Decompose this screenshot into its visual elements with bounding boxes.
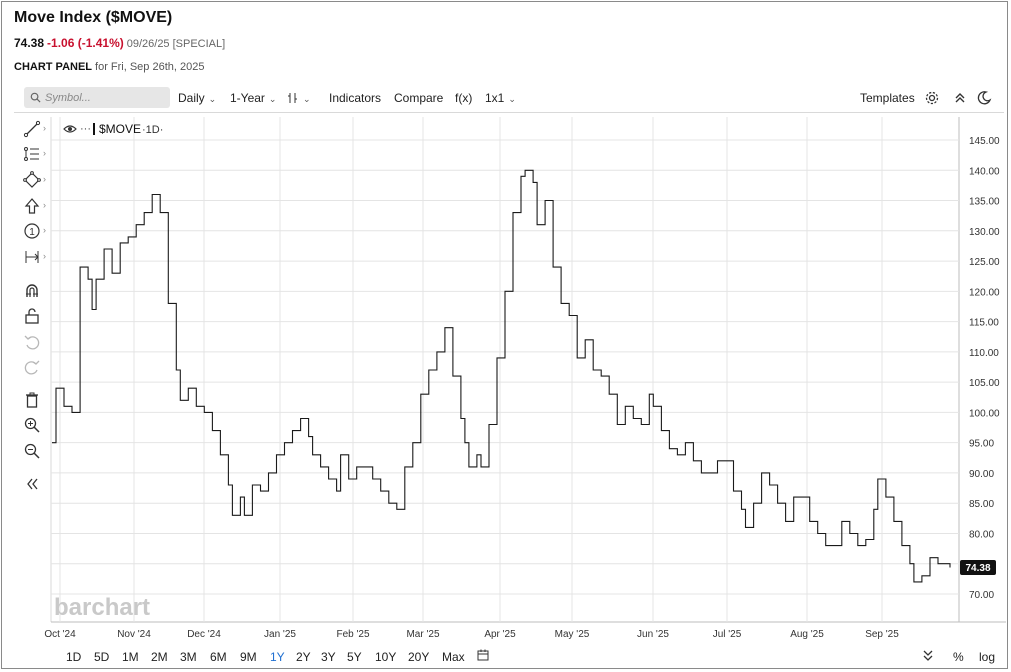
price-chart[interactable]: barchart 145.00140.00135.00130.00125.001…: [2, 2, 1007, 668]
range-button-5y[interactable]: 5Y: [347, 650, 362, 664]
chart-frame: Move Index ($MOVE) 74.38 -1.06 (-1.41%) 09…: [1, 1, 1008, 669]
y-tick-label: 140.00: [969, 166, 1000, 177]
legend-symbol: $MOVE: [99, 122, 141, 136]
x-tick-label: Jul '25: [713, 629, 742, 640]
calendar-icon[interactable]: [477, 649, 489, 661]
range-selector-bar: 1D 5D 1M 2M 3M 6M 9M 1Y 2Y 3Y 5Y 10Y 20Y Max % log: [14, 645, 1004, 669]
range-button-9m[interactable]: 9M: [240, 650, 257, 664]
legend-interval: ·1D·: [142, 124, 163, 136]
price-tag-label: 74.38: [965, 563, 990, 574]
x-tick-label: Nov '24: [117, 629, 151, 640]
price-axis: 145.00 140.00 135.00 130.00 125.00 120.00 115.…: [969, 136, 1000, 601]
log-scale-toggle[interactable]: log: [979, 650, 995, 664]
last-price-tag: 74.38: [960, 559, 996, 575]
x-tick-label: Apr '25: [484, 629, 516, 640]
x-tick-label: Jan '25: [264, 629, 296, 640]
x-tick-label: Aug '25: [790, 629, 824, 640]
range-button-2y[interactable]: 2Y: [296, 650, 311, 664]
x-tick-label: Sep '25: [865, 629, 899, 640]
eye-icon[interactable]: [63, 125, 77, 133]
y-tick-label: 130.00: [969, 227, 1000, 238]
y-tick-label: 90.00: [969, 469, 994, 480]
range-button-1d[interactable]: 1D: [66, 650, 81, 664]
x-tick-label: Jun '25: [637, 629, 669, 640]
y-tick-label: 115.00: [969, 318, 999, 329]
y-tick-label: 100.00: [969, 408, 1000, 419]
y-tick-label: 110.00: [969, 348, 999, 359]
y-tick-label: 95.00: [969, 439, 994, 450]
x-tick-label: Dec '24: [187, 629, 221, 640]
y-tick-label: 70.00: [969, 590, 994, 601]
y-tick-label: 105.00: [969, 378, 1000, 389]
chevron-double-down-icon[interactable]: [922, 649, 934, 663]
range-button-6m[interactable]: 6M: [210, 650, 227, 664]
x-tick-label: Feb '25: [336, 629, 369, 640]
legend-menu-icon[interactable]: ···: [80, 123, 91, 135]
range-button-10y[interactable]: 10Y: [375, 650, 396, 664]
y-tick-label: 125.00: [969, 257, 1000, 268]
y-tick-label: 145.00: [969, 136, 1000, 147]
legend-color-swatch: [93, 123, 95, 135]
y-tick-label: 85.00: [969, 499, 994, 510]
barchart-watermark: barchart: [54, 594, 150, 621]
range-button-3y[interactable]: 3Y: [321, 650, 336, 664]
chart-legend: ··· $MOVE ·1D·: [63, 122, 163, 136]
time-axis: Oct '24 Nov '24 Dec '24 Jan '25 Feb '25 Mar '…: [44, 629, 899, 640]
range-button-1y[interactable]: 1Y: [270, 650, 285, 664]
range-button-1m[interactable]: 1M: [122, 650, 139, 664]
x-tick-label: Oct '24: [44, 629, 76, 640]
range-button-3m[interactable]: 3M: [180, 650, 197, 664]
y-tick-label: 80.00: [969, 529, 994, 540]
series-line: [52, 169, 951, 583]
range-button-20y[interactable]: 20Y: [408, 650, 429, 664]
range-button-2m[interactable]: 2M: [151, 650, 168, 664]
x-tick-label: May '25: [555, 629, 590, 640]
x-tick-label: Mar '25: [406, 629, 439, 640]
range-button-max[interactable]: Max: [442, 650, 465, 664]
y-tick-label: 135.00: [969, 197, 1000, 208]
range-button-5d[interactable]: 5D: [94, 650, 109, 664]
percent-scale-toggle[interactable]: %: [953, 650, 964, 664]
y-tick-label: 120.00: [969, 287, 1000, 298]
gridlines: [51, 117, 959, 622]
